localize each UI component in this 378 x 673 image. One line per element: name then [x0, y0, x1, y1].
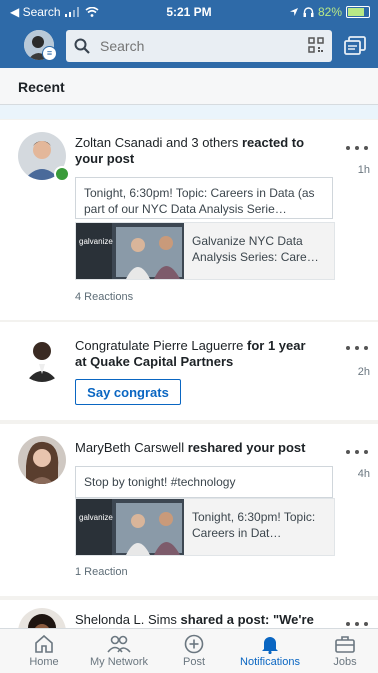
notification-card[interactable]: MaryBeth Carswell reshared your post 4h …	[0, 424, 378, 596]
bottom-navigation: Home My Network Post Notifications Jobs	[0, 628, 378, 673]
nav-notifications-label: Notifications	[240, 656, 300, 668]
reaction-count[interactable]: 4 Reactions	[75, 291, 133, 303]
notification-time: 2h	[357, 366, 370, 378]
reaction-count[interactable]: 1 Reaction	[75, 566, 128, 578]
status-bar: ◀ Search 5:21 PM 82%	[0, 0, 378, 24]
avatar[interactable]	[18, 608, 66, 628]
post-thumbnail: galvanize	[76, 499, 184, 555]
search-bar[interactable]	[66, 30, 332, 62]
nav-post-label: Post	[182, 656, 205, 668]
notification-text: MaryBeth Carswell reshared your post	[75, 440, 315, 456]
post-quote[interactable]: Tonight, 6:30pm! Topic: Careers in Data …	[75, 177, 333, 219]
thumbnail-brand: galvanize	[79, 237, 113, 246]
nav-jobs[interactable]: Jobs	[307, 631, 378, 668]
network-icon	[107, 635, 131, 653]
battery-icon	[346, 6, 370, 18]
location-icon	[289, 8, 298, 16]
headphones-icon	[303, 7, 314, 17]
notification-card[interactable]: Zoltan Csanadi and 3 others reacted to y…	[0, 120, 378, 320]
nav-my-network-label: My Network	[89, 656, 149, 668]
more-options-icon[interactable]	[346, 450, 368, 456]
nav-notifications[interactable]: Notifications	[232, 631, 308, 668]
nav-post[interactable]: Post	[156, 631, 232, 668]
shared-post-preview[interactable]: galvanize Tonight, 6:30pm! Topic: Career…	[75, 498, 335, 556]
quote-text: Tonight, 6:30pm! Topic: Careers in Data …	[84, 186, 315, 216]
battery-percent: 82%	[317, 5, 342, 19]
nav-jobs-label: Jobs	[333, 656, 357, 668]
actor-name[interactable]: Shelonda L. Sims	[75, 612, 177, 627]
notification-action: shared a post: "We're	[176, 612, 314, 627]
actor-name[interactable]: Zoltan Csanadi and 3 others	[75, 135, 238, 150]
shared-post-preview[interactable]: galvanize Galvanize NYC Data Analysis Se…	[75, 222, 335, 280]
messaging-icon[interactable]	[344, 36, 366, 56]
actor-name[interactable]: MaryBeth Carswell	[75, 440, 184, 455]
more-options-icon[interactable]	[346, 146, 368, 152]
shared-post-title: Tonight, 6:30pm! Topic: Careers in Dat…	[192, 510, 316, 540]
nav-home-label: Home	[29, 656, 59, 668]
post-thumbnail: galvanize	[76, 223, 184, 279]
briefcase-icon	[335, 636, 355, 653]
search-icon	[74, 38, 90, 54]
nav-home[interactable]: Home	[6, 631, 82, 668]
notification-text: Congratulate Pierre Laguerre for 1 year …	[75, 338, 315, 370]
add-post-icon	[184, 634, 204, 654]
notification-text: Shelonda L. Sims shared a post: "We're	[75, 612, 315, 628]
avatar[interactable]	[18, 436, 66, 484]
menu-badge-icon[interactable]: ≡	[42, 46, 57, 61]
online-status-icon	[54, 166, 70, 182]
home-icon	[35, 634, 53, 653]
more-options-icon[interactable]	[346, 346, 368, 352]
divider-strip	[0, 105, 378, 119]
notification-card[interactable]: Shelonda L. Sims shared a post: "We're	[0, 600, 378, 628]
avatar[interactable]	[18, 334, 66, 382]
top-bar: ≡	[0, 24, 378, 68]
shared-post-title: Galvanize NYC Data Analysis Series: Care…	[192, 234, 319, 264]
say-congrats-button[interactable]: Say congrats	[75, 379, 181, 405]
tab-recent[interactable]: Recent	[18, 79, 65, 95]
notification-time: 4h	[357, 468, 370, 480]
quote-text: Stop by tonight! #technology	[84, 475, 236, 489]
section-header: Recent	[0, 68, 378, 105]
actor-name[interactable]: Congratulate Pierre Laguerre	[75, 338, 243, 353]
notification-time: 1h	[357, 164, 370, 176]
post-quote[interactable]: Stop by tonight! #technology	[75, 466, 333, 498]
bell-icon	[262, 637, 278, 654]
qr-code-icon[interactable]	[308, 37, 324, 53]
search-input[interactable]	[98, 37, 292, 55]
thumbnail-brand: galvanize	[79, 513, 113, 522]
notification-action: reshared your post	[184, 440, 306, 455]
notification-text: Zoltan Csanadi and 3 others reacted to y…	[75, 135, 315, 167]
notification-card[interactable]: Congratulate Pierre Laguerre for 1 year …	[0, 322, 378, 420]
nav-my-network[interactable]: My Network	[81, 631, 157, 668]
